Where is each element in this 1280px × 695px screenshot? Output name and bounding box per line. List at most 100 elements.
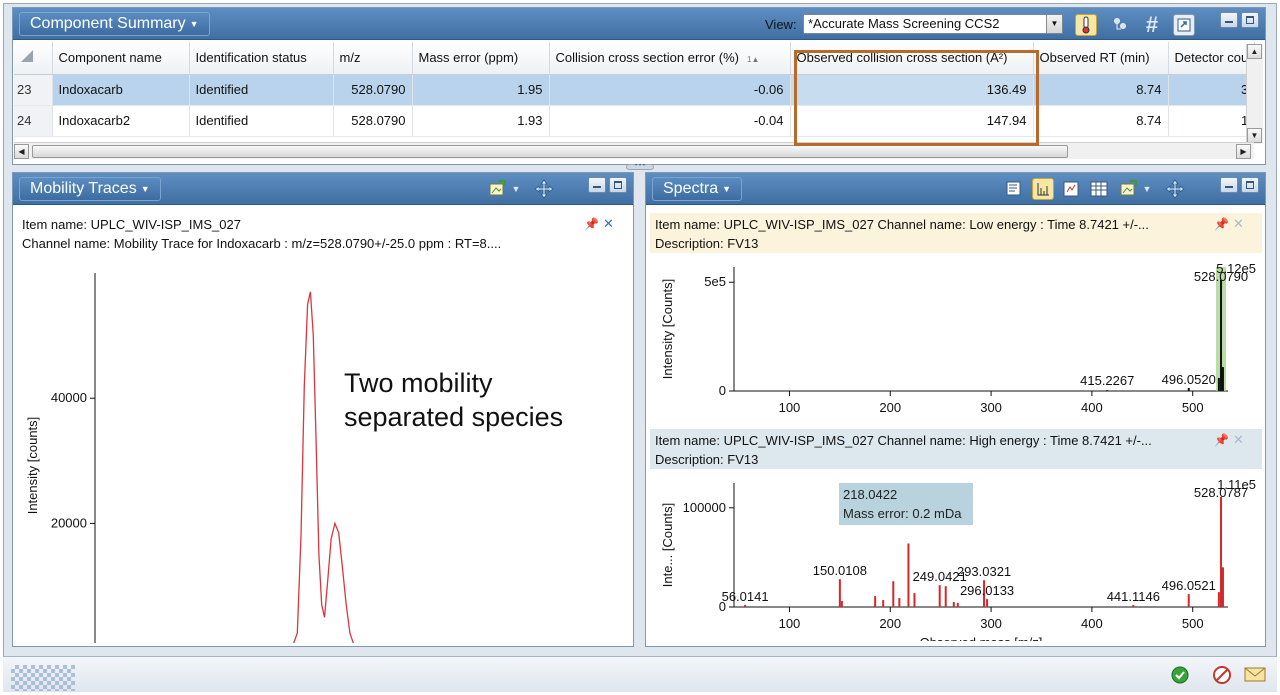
cell-identification-status: Identified — [189, 74, 334, 106]
mobility-title-label: Mobility Traces — [30, 180, 137, 198]
cell-mz: 528.0790 — [333, 74, 413, 106]
col-header-observed-rt[interactable]: Observed RT (min) — [1033, 42, 1169, 75]
no-connection-icon[interactable] — [1212, 665, 1234, 687]
minimize-button[interactable] — [1220, 12, 1238, 28]
maximize-button[interactable] — [1241, 12, 1259, 28]
horizontal-splitter-handle[interactable]: • • • — [626, 163, 654, 170]
x-tick-label: 400 — [1081, 616, 1103, 631]
col-header-component-name[interactable]: Component name — [52, 42, 190, 75]
table-icon[interactable] — [1088, 178, 1110, 200]
mobility-trace-chart: 024681002000040000DriftTime [ms]Intensit… — [25, 273, 354, 643]
col-header-detector-counts[interactable]: Detector cou — [1168, 42, 1256, 75]
move-icon[interactable] — [533, 178, 555, 200]
cell-component-name: Indoxacarb2 — [52, 105, 190, 137]
peak-label: 150.0108 — [813, 563, 867, 578]
scrollbar-thumb[interactable] — [32, 145, 1068, 158]
x-tick-label: 500 — [1182, 616, 1204, 631]
x-axis-label: Observed mass [m/z] — [920, 635, 1043, 641]
cell-mz: 528.0790 — [333, 105, 413, 137]
row-number: 23 — [14, 74, 53, 106]
tree-icon[interactable] — [1109, 14, 1131, 36]
max-intensity-label: 1.11e5 — [1217, 477, 1256, 492]
peak-label: 293.0321 — [957, 564, 1011, 579]
y-axis-label: Intensity [counts] — [25, 417, 40, 515]
zoom-spectrum-icon[interactable] — [1060, 178, 1082, 200]
cell-ccs-error: -0.04 — [549, 105, 791, 137]
table-row[interactable]: 23 Indoxacarb Identified 528.0790 1.95 -… — [14, 74, 1256, 106]
mobility-traces-panel: Mobility Traces ▼ ▼ Item name: UPLC_WIV-I… — [12, 172, 634, 647]
peak-list-icon[interactable] — [1004, 178, 1026, 200]
col-header-mass-error[interactable]: Mass error (ppm) — [412, 42, 550, 75]
thermometer-icon[interactable] — [1075, 14, 1097, 36]
horizontal-scrollbar[interactable]: ◀ ▶ — [14, 142, 1254, 159]
close-icon[interactable]: ✕ — [1233, 432, 1244, 448]
minimize-button[interactable] — [588, 177, 606, 193]
table-row[interactable]: 24 Indoxacarb2 Identified 528.0790 1.93 … — [14, 105, 1256, 137]
x-tick-label: 300 — [980, 616, 1002, 631]
y-tick-label: 20000 — [51, 515, 87, 530]
scroll-right-icon[interactable]: ▶ — [1236, 144, 1251, 159]
ok-check-icon[interactable] — [1170, 665, 1192, 687]
pin-icon[interactable]: 📌 — [584, 217, 599, 231]
cell-identification-status: Identified — [189, 105, 334, 137]
pin-icon[interactable]: 📌 — [1214, 433, 1229, 447]
peak-tooltip: 218.0422 Mass error: 0.2 mDa — [839, 483, 973, 525]
export-icon[interactable] — [1173, 14, 1195, 36]
chevron-down-icon[interactable]: ▼ — [1140, 178, 1154, 200]
cell-ccs-error: -0.06 — [549, 74, 791, 106]
scroll-down-icon[interactable]: ▼ — [1247, 128, 1262, 143]
cell-component-name: Indoxacarb — [52, 74, 190, 106]
col-header-mz[interactable]: m/z — [333, 42, 413, 75]
x-tick-label: 200 — [879, 400, 901, 415]
col-header-ccs-error-label: Collision cross section error (%) — [555, 50, 740, 66]
y-tick-label: 0 — [80, 641, 87, 643]
image-export-icon[interactable] — [487, 178, 509, 200]
close-icon[interactable]: ✕ — [1233, 216, 1244, 232]
series-line — [293, 291, 354, 643]
spectra-panel: Spectra ▼ ▼ Item name: UPLC_WIV-ISP_IMS_0… — [645, 172, 1266, 647]
spectra-title-label: Spectra — [663, 180, 719, 198]
mobility-item-name: Item name: UPLC_WIV-ISP_IMS_027 — [22, 217, 241, 232]
summary-title-label: Component Summary — [30, 15, 186, 33]
peak-label: 441.1146 — [1107, 589, 1160, 604]
scroll-left-icon[interactable]: ◀ — [14, 144, 29, 159]
low-energy-description: Description: FV13 — [655, 236, 759, 251]
chevron-down-icon[interactable]: ▼ — [509, 178, 523, 200]
stick-spectrum-icon[interactable] — [1032, 178, 1054, 200]
row-select-all-corner[interactable] — [14, 42, 53, 75]
y-tick-label: 40000 — [51, 390, 87, 405]
cell-observed-rt: 8.74 — [1033, 74, 1169, 106]
mobility-title-button[interactable]: Mobility Traces ▼ — [19, 177, 161, 201]
x-tick-label: 400 — [1081, 400, 1103, 415]
x-tick-label: 200 — [879, 616, 901, 631]
col-header-ccs-error[interactable]: Collision cross section error (%) 1▲ — [549, 42, 791, 75]
vertical-scrollbar[interactable]: ▲ ▼ — [1246, 44, 1263, 144]
view-select-value: *Accurate Mass Screening CCS2 — [808, 16, 1000, 31]
view-label: View: — [765, 17, 797, 32]
maximize-button[interactable] — [1241, 177, 1259, 193]
sort-ascending-icon: 1▲ — [747, 55, 760, 65]
mobility-channel-name: Channel name: Mobility Trace for Indoxac… — [22, 236, 502, 251]
maximize-button[interactable] — [609, 177, 627, 193]
grid-hash-icon[interactable]: # — [1141, 12, 1163, 37]
high-energy-item-line: Item name: UPLC_WIV-ISP_IMS_027 Channel … — [655, 433, 1152, 448]
minimize-button[interactable] — [1220, 177, 1238, 193]
close-icon[interactable]: ✕ — [603, 216, 614, 232]
status-bar — [3, 656, 1277, 692]
spectra-title-button[interactable]: Spectra ▼ — [652, 177, 743, 201]
view-select[interactable]: *Accurate Mass Screening CCS2 ▼ — [803, 14, 1063, 34]
x-tick-label: 300 — [980, 400, 1002, 415]
summary-title-button[interactable]: Component Summary ▼ — [19, 12, 210, 36]
mail-icon[interactable] — [1244, 665, 1266, 687]
chevron-down-icon[interactable]: ▼ — [1046, 15, 1062, 33]
col-header-identification-status[interactable]: Identification status — [189, 42, 334, 75]
cell-detector-counts: 1 — [1168, 105, 1256, 137]
pin-icon[interactable]: 📌 — [1214, 217, 1229, 231]
summary-header: Component Summary ▼ View: *Accurate Mass … — [13, 8, 1265, 40]
image-export-icon[interactable] — [1118, 178, 1140, 200]
move-icon[interactable] — [1164, 178, 1186, 200]
low-energy-item-line: Item name: UPLC_WIV-ISP_IMS_027 Channel … — [655, 217, 1149, 232]
chevron-down-icon: ▼ — [140, 184, 150, 194]
spectra-header: Spectra ▼ ▼ — [646, 173, 1265, 205]
scroll-up-icon[interactable]: ▲ — [1247, 44, 1262, 59]
